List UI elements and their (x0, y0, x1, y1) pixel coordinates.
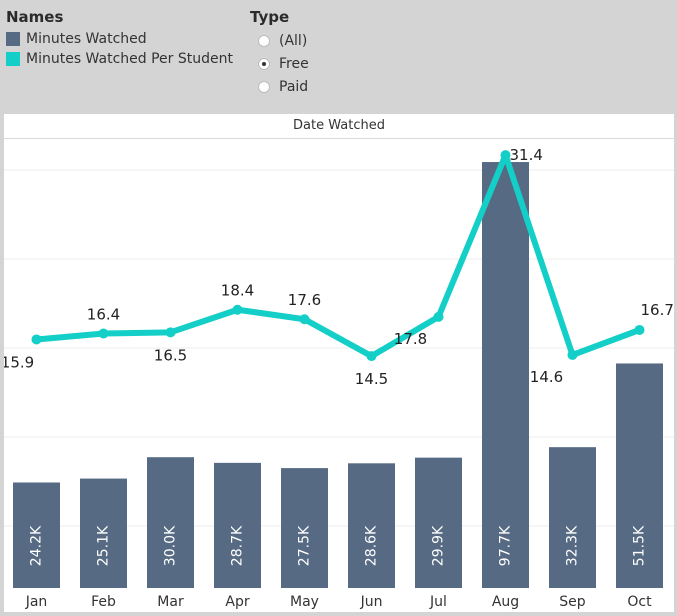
chart-panel: Date Watched 24.2K Jan 25.1K Feb 30.0K Mar 28.… (1, 114, 674, 616)
type-option-all[interactable]: (All) (250, 29, 309, 52)
line-point-may (299, 314, 310, 325)
bar-label-sep: 32.3K (565, 525, 581, 566)
legend-swatch-minutes-per-student (6, 52, 20, 66)
x-tick-oct: Oct (627, 594, 652, 610)
series-line-per-student (33, 152, 643, 360)
type-option-paid-label: Paid (279, 78, 309, 95)
x-tick-may: May (290, 594, 319, 610)
radio-free[interactable] (258, 57, 270, 70)
bar-label-mar: 30.0K (163, 525, 179, 566)
type-option-paid[interactable]: Paid (250, 75, 309, 98)
line-label-may: 17.6 (288, 291, 321, 309)
bar-mar (147, 457, 194, 588)
bar-jun (348, 463, 395, 588)
line-point-jan (31, 334, 42, 345)
x-tick-jan: Jan (25, 594, 48, 610)
names-legend-title: Names (6, 8, 64, 26)
chart-title: Date Watched (4, 114, 674, 139)
x-tick-jul: Jul (429, 594, 447, 610)
line-point-jun (366, 351, 377, 362)
line-label-jul: 17.8 (394, 330, 427, 348)
legend-label-minutes-per-student: Minutes Watched Per Student (26, 51, 233, 67)
x-tick-mar: Mar (157, 594, 184, 610)
line-label-apr: 18.4 (221, 282, 254, 300)
x-tick-apr: Apr (225, 594, 249, 610)
bar-label-jan: 24.2K (29, 525, 45, 566)
bar-aug (482, 162, 529, 588)
bar-label-apr: 28.7K (230, 525, 246, 566)
x-tick-sep: Sep (559, 594, 586, 610)
x-tick-jun: Jun (360, 594, 383, 610)
radio-paid[interactable] (258, 80, 270, 93)
line-label-oct: 16.7 (641, 301, 674, 319)
bar-apr (214, 462, 261, 588)
x-tick-feb: Feb (91, 594, 116, 610)
bar-label-jul: 29.9K (431, 525, 447, 566)
bar-label-aug: 97.7K (498, 525, 514, 566)
line-point-feb (98, 328, 109, 339)
names-legend: Names Minutes Watched Minutes Watched Pe… (6, 8, 233, 69)
bar-label-may: 27.5K (297, 525, 313, 566)
type-option-all-label: (All) (279, 32, 308, 49)
line-point-apr (232, 304, 243, 315)
line-label-jan: 15.9 (4, 353, 34, 371)
line-point-oct (634, 324, 645, 335)
bar-label-feb: 25.1K (96, 525, 112, 566)
line-point-sep (567, 349, 578, 360)
radio-all[interactable] (258, 34, 270, 47)
line-label-jun: 14.5 (355, 370, 388, 388)
type-option-free-label: Free (279, 55, 309, 72)
bar-label-jun: 28.6K (364, 525, 380, 566)
bar-jul (415, 457, 462, 588)
combo-chart: 24.2K Jan 25.1K Feb 30.0K Mar 28.7K Apr 27.5K May… (1, 146, 674, 616)
type-option-free[interactable]: Free (250, 52, 309, 75)
line-label-mar: 16.5 (154, 346, 187, 364)
x-tick-aug: Aug (492, 594, 519, 610)
type-filter-title: Type (250, 8, 290, 26)
line-point-mar (165, 327, 176, 338)
legend-swatch-minutes-watched (6, 32, 20, 46)
line-point-jul (433, 311, 444, 322)
legend-item-minutes-per-student[interactable]: Minutes Watched Per Student (6, 49, 233, 69)
legend-item-minutes-watched[interactable]: Minutes Watched (6, 29, 233, 49)
bar-label-oct: 51.5K (632, 525, 648, 566)
type-filter: Type (All) Free Paid (250, 8, 309, 98)
line-label-aug: 31.4 (510, 146, 543, 164)
line-label-sep: 14.6 (530, 368, 563, 386)
line-label-feb: 16.4 (87, 306, 120, 324)
legend-label-minutes-watched: Minutes Watched (26, 31, 147, 47)
